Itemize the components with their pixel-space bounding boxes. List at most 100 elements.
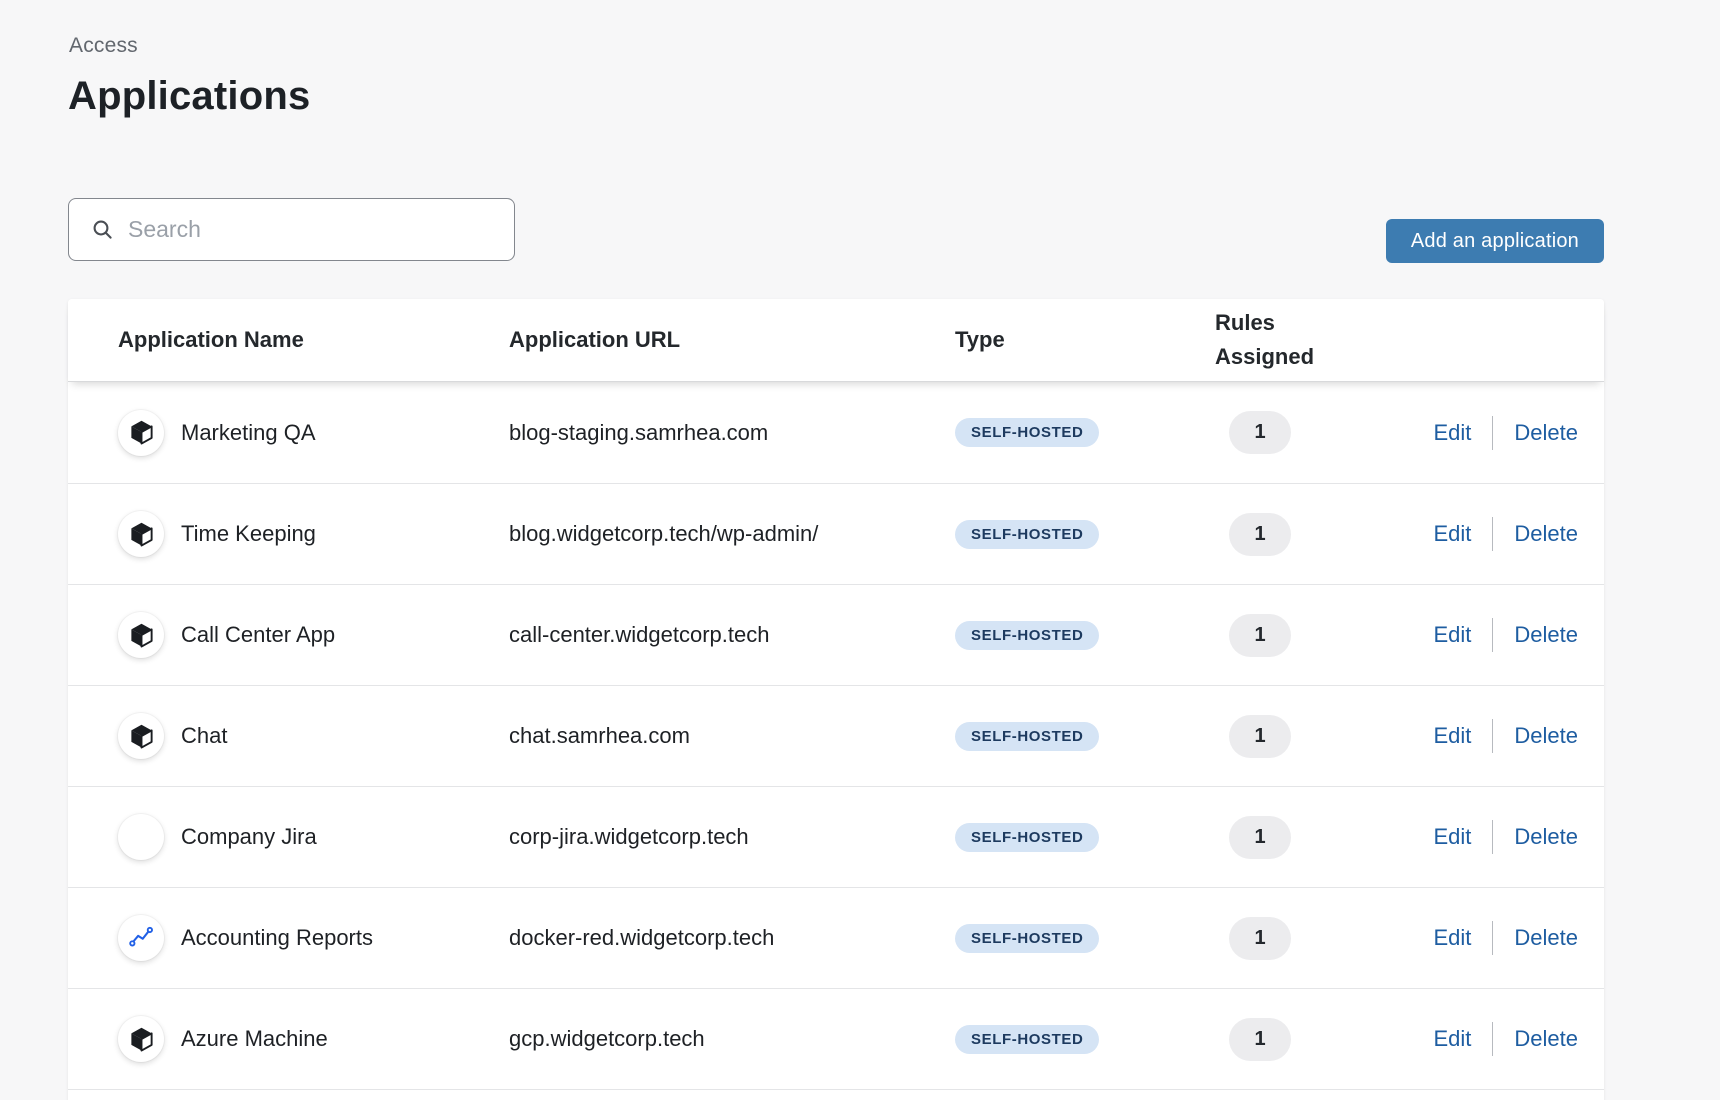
actions-cell: Edit Delete [1420,921,1604,955]
type-cell: SELF-HOSTED [955,924,1215,953]
delete-link[interactable]: Delete [1514,622,1578,648]
application-icon-circle [118,1016,164,1062]
application-icon-circle [118,410,164,456]
app-url: blog.widgetcorp.tech/wp-admin/ [509,521,955,547]
application-name-cell: Company Jira [68,814,509,860]
app-url: blog-staging.samrhea.com [509,420,955,446]
actions-cell: Edit Delete [1420,517,1604,551]
column-header-rules-assigned: Rules Assigned [1215,306,1345,374]
edit-link[interactable]: Edit [1433,824,1471,850]
table-row: Accounting Reports docker-red.widgetcorp… [68,887,1604,988]
app-name: Accounting Reports [181,925,373,951]
rules-cell: 1 [1215,614,1420,657]
breadcrumb[interactable]: Access [69,34,138,58]
delete-link[interactable]: Delete [1514,521,1578,547]
app-name: Chat [181,723,227,749]
app-url: docker-red.widgetcorp.tech [509,925,955,951]
actions-cell: Edit Delete [1420,719,1604,753]
rules-cell: 1 [1215,816,1420,859]
type-cell: SELF-HOSTED [955,418,1215,447]
application-name-cell: Call Center App [68,612,509,658]
cube-icon [128,419,155,446]
type-badge: SELF-HOSTED [955,1025,1099,1054]
actions-cell: Edit Delete [1420,416,1604,450]
delete-link[interactable]: Delete [1514,925,1578,951]
delete-link[interactable]: Delete [1514,420,1578,446]
edit-link[interactable]: Edit [1433,521,1471,547]
delete-link[interactable]: Delete [1514,723,1578,749]
edit-link[interactable]: Edit [1433,925,1471,951]
edit-link[interactable]: Edit [1433,1026,1471,1052]
action-separator [1492,416,1493,450]
action-separator [1492,719,1493,753]
app-name: Company Jira [181,824,317,850]
rules-count: 1 [1229,614,1291,657]
app-name: Time Keeping [181,521,316,547]
app-name: Call Center App [181,622,335,648]
application-name-cell: Azure Machine [68,1016,509,1062]
add-application-button[interactable]: Add an application [1386,219,1604,263]
application-icon-circle [118,511,164,557]
app-name: Azure Machine [181,1026,328,1052]
table-row-partial [68,1089,1604,1100]
action-separator [1492,517,1493,551]
type-cell: SELF-HOSTED [955,722,1215,751]
table-row: Time Keeping blog.widgetcorp.tech/wp-adm… [68,483,1604,584]
table-row: Azure Machine gcp.widgetcorp.tech SELF-H… [68,988,1604,1089]
search-input[interactable] [128,216,496,243]
action-separator [1492,1022,1493,1056]
column-header-type: Type [955,323,1215,357]
type-badge: SELF-HOSTED [955,924,1099,953]
delete-link[interactable]: Delete [1514,1026,1578,1052]
application-icon-circle [118,713,164,759]
action-separator [1492,820,1493,854]
application-name-cell: Accounting Reports [68,915,509,961]
column-header-application-url: Application URL [509,323,955,357]
type-badge: SELF-HOSTED [955,823,1099,852]
delete-link[interactable]: Delete [1514,824,1578,850]
table-row: Company Jira corp-jira.widgetcorp.tech S… [68,786,1604,887]
app-url: gcp.widgetcorp.tech [509,1026,955,1052]
rules-count: 1 [1229,1018,1291,1061]
search-icon [91,218,115,242]
app-url: chat.samrhea.com [509,723,955,749]
type-badge: SELF-HOSTED [955,520,1099,549]
edit-link[interactable]: Edit [1433,420,1471,446]
app-url: call-center.widgetcorp.tech [509,622,955,648]
cube-icon [128,723,155,750]
column-header-application-name: Application Name [68,323,509,357]
rules-count: 1 [1229,917,1291,960]
table-body: Marketing QA blog-staging.samrhea.com SE… [68,382,1604,1089]
applications-table: Application Name Application URL Type Ru… [68,299,1604,1100]
rules-cell: 1 [1215,1018,1420,1061]
rules-cell: 1 [1215,513,1420,556]
edit-link[interactable]: Edit [1433,622,1471,648]
rules-count: 1 [1229,715,1291,758]
type-badge: SELF-HOSTED [955,722,1099,751]
search-box[interactable] [68,198,515,261]
app-url: corp-jira.widgetcorp.tech [509,824,955,850]
application-icon-circle [118,915,164,961]
actions-cell: Edit Delete [1420,1022,1604,1056]
table-row: Call Center App call-center.widgetcorp.t… [68,584,1604,685]
table-row: Chat chat.samrhea.com SELF-HOSTED 1 Edit… [68,685,1604,786]
edit-link[interactable]: Edit [1433,723,1471,749]
rules-cell: 1 [1215,715,1420,758]
application-icon-circle [118,814,164,860]
chart-icon [128,925,154,951]
type-badge: SELF-HOSTED [955,621,1099,650]
type-cell: SELF-HOSTED [955,823,1215,852]
type-cell: SELF-HOSTED [955,1025,1215,1054]
app-name: Marketing QA [181,420,316,446]
type-cell: SELF-HOSTED [955,621,1215,650]
cube-icon [128,1026,155,1053]
page-title: Applications [68,74,310,119]
action-separator [1492,618,1493,652]
rules-count: 1 [1229,513,1291,556]
rules-count: 1 [1229,411,1291,454]
rules-cell: 1 [1215,411,1420,454]
type-cell: SELF-HOSTED [955,520,1215,549]
application-name-cell: Marketing QA [68,410,509,456]
action-separator [1492,921,1493,955]
cube-icon [128,622,155,649]
